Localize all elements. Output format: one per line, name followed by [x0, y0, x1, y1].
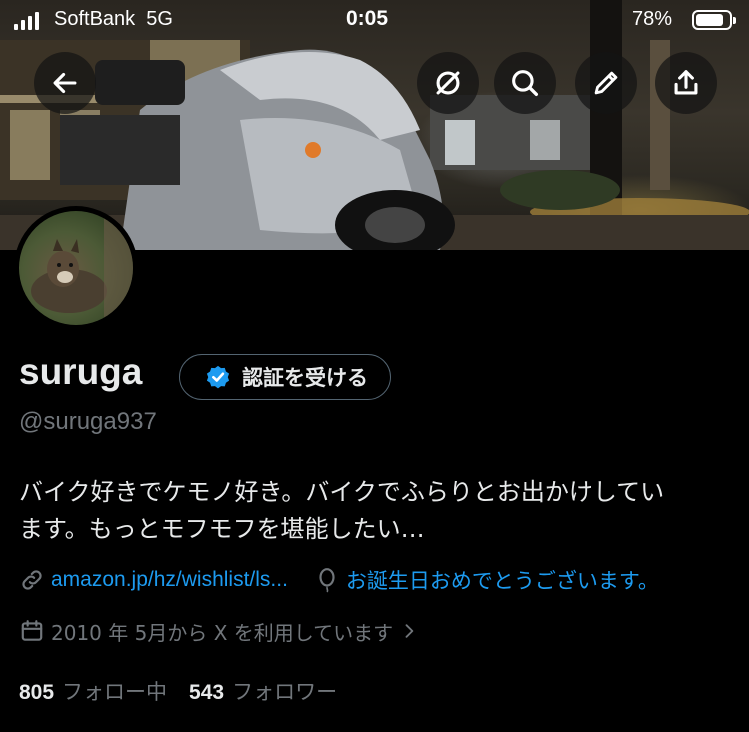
carrier-label: SoftBank 5G: [54, 8, 173, 30]
search-icon: [512, 70, 539, 97]
cellular-signal-icon: [14, 12, 39, 30]
display-name: suruga: [19, 351, 143, 392]
search-button[interactable]: [494, 52, 556, 114]
following-label: フォロー中: [62, 680, 168, 704]
get-verified-label: 認証を受ける: [242, 366, 368, 390]
avatar[interactable]: [14, 206, 138, 330]
battery-icon: [692, 10, 736, 30]
share-button[interactable]: [655, 52, 717, 114]
birthday-info: お誕生日おめでとうございます。: [314, 565, 659, 595]
following-count: 805: [19, 681, 55, 704]
profile-meta: amazon.jp/hz/wishlist/ls... お誕生日おめでとうござい…: [19, 566, 659, 594]
edit-button[interactable]: [575, 52, 637, 114]
balloon-icon: [319, 568, 335, 593]
grok-button[interactable]: [417, 52, 479, 114]
followers-label: フォロワー: [232, 680, 338, 704]
link-icon: [22, 570, 42, 590]
followers-link[interactable]: 543 フォロワー: [189, 676, 337, 706]
username-handle: @suruga937: [19, 408, 157, 435]
profile-link-text[interactable]: amazon.jp/hz/wishlist/ls...: [51, 568, 288, 592]
network-type: 5G: [146, 8, 173, 30]
joined-date[interactable]: 2010 年 5月から X を利用しています: [19, 617, 419, 645]
clock: 0:05: [346, 7, 389, 30]
following-link[interactable]: 805 フォロー中: [19, 676, 167, 706]
status-bar: SoftBank 5G 0:05 78%: [0, 0, 749, 40]
avatar-image: [19, 211, 133, 325]
calendar-icon: [21, 620, 43, 641]
profile-link[interactable]: amazon.jp/hz/wishlist/ls...: [19, 567, 288, 593]
verified-badge-icon: [206, 365, 230, 389]
share-icon: [674, 70, 698, 95]
joined-date-text: 2010 年 5月から X を利用しています: [51, 620, 394, 645]
arrow-left-icon: [53, 72, 77, 94]
bio-line: ます。もっとモフモフを堪能したい…: [19, 515, 425, 543]
battery-percentage: 78%: [632, 8, 673, 30]
chevron-right-icon: [405, 624, 414, 638]
followers-count: 543: [189, 681, 225, 704]
back-button[interactable]: [34, 52, 96, 114]
get-verified-button[interactable]: 認証を受ける: [179, 354, 391, 400]
birthday-text: お誕生日おめでとうございます。: [345, 569, 659, 593]
follow-stats: 805 フォロー中 543 フォロワー: [19, 676, 337, 706]
pencil-icon: [594, 71, 618, 95]
grok-slash-icon: [436, 71, 460, 95]
bio-line: バイク好きでケモノ好き。バイクでふらりとお出かけしてい: [19, 478, 665, 506]
profile-bio: バイク好きでケモノ好き。バイクでふらりとお出かけしてい ます。もっとモフモフを堪…: [19, 474, 739, 548]
